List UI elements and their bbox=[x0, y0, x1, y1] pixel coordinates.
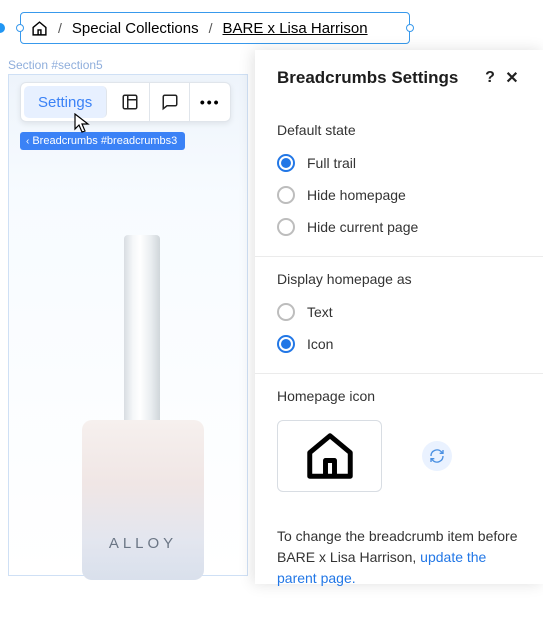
settings-button-label: Settings bbox=[38, 94, 92, 111]
radio-hide-homepage[interactable]: Hide homepage bbox=[277, 186, 521, 204]
refresh-icon bbox=[429, 448, 445, 464]
radio-label: Hide homepage bbox=[307, 187, 406, 203]
product-image: ALLOY bbox=[54, 225, 234, 625]
panel-header: Breadcrumbs Settings ? ✕ bbox=[255, 50, 543, 108]
breadcrumb-separator: / bbox=[58, 20, 62, 36]
chevron-left-icon: ‹ bbox=[26, 136, 29, 147]
refresh-icon-button[interactable] bbox=[422, 441, 452, 471]
radio-icon bbox=[277, 335, 295, 353]
radio-label: Hide current page bbox=[307, 219, 418, 235]
product-brand-text: ALLOY bbox=[82, 535, 204, 552]
breadcrumb-bar[interactable]: / Special Collections / BARE x Lisa Harr… bbox=[20, 12, 410, 44]
radio-label: Text bbox=[307, 304, 333, 320]
radio-hide-current[interactable]: Hide current page bbox=[277, 218, 521, 236]
panel-note: To change the breadcrumb item before BAR… bbox=[255, 512, 543, 595]
radio-icon bbox=[277, 154, 295, 172]
section-default-state: Default state Full trail Hide homepage H… bbox=[255, 108, 543, 257]
radio-label: Full trail bbox=[307, 155, 356, 171]
settings-panel: Breadcrumbs Settings ? ✕ Default state F… bbox=[255, 50, 543, 584]
radio-homepage-icon[interactable]: Icon bbox=[277, 335, 521, 353]
settings-button[interactable]: Settings bbox=[24, 86, 107, 118]
breadcrumb-separator: / bbox=[209, 20, 213, 36]
more-icon[interactable]: ••• bbox=[190, 83, 230, 121]
section-label: Section #section5 bbox=[8, 58, 103, 72]
radio-icon bbox=[277, 186, 295, 204]
section-title: Display homepage as bbox=[277, 271, 521, 287]
element-toolbar: Settings ••• bbox=[20, 82, 231, 122]
section-title: Homepage icon bbox=[277, 388, 521, 404]
section-title: Default state bbox=[277, 122, 521, 138]
resize-handle-left[interactable] bbox=[16, 24, 24, 32]
radio-icon bbox=[277, 303, 295, 321]
help-icon[interactable]: ? bbox=[479, 69, 501, 87]
home-icon bbox=[303, 429, 357, 483]
layout-icon[interactable] bbox=[110, 83, 150, 121]
breadcrumb-item-current[interactable]: BARE x Lisa Harrison bbox=[223, 20, 368, 37]
section-homepage-icon: Homepage icon bbox=[255, 374, 543, 512]
element-tag-label: Breadcrumbs #breadcrumbs3 bbox=[32, 135, 177, 147]
breadcrumb-item[interactable]: Special Collections bbox=[72, 20, 199, 37]
homepage-icon-preview[interactable] bbox=[277, 420, 382, 492]
panel-title: Breadcrumbs Settings bbox=[277, 68, 479, 88]
resize-handle-right[interactable] bbox=[406, 24, 414, 32]
section-display-homepage: Display homepage as Text Icon bbox=[255, 257, 543, 374]
home-icon[interactable] bbox=[31, 20, 48, 37]
radio-homepage-text[interactable]: Text bbox=[277, 303, 521, 321]
close-icon[interactable]: ✕ bbox=[501, 68, 523, 88]
selection-indicator-dot bbox=[0, 23, 5, 33]
comment-icon[interactable] bbox=[150, 83, 190, 121]
radio-full-trail[interactable]: Full trail bbox=[277, 154, 521, 172]
element-tag[interactable]: ‹ Breadcrumbs #breadcrumbs3 bbox=[20, 132, 185, 150]
radio-icon bbox=[277, 218, 295, 236]
radio-label: Icon bbox=[307, 336, 333, 352]
